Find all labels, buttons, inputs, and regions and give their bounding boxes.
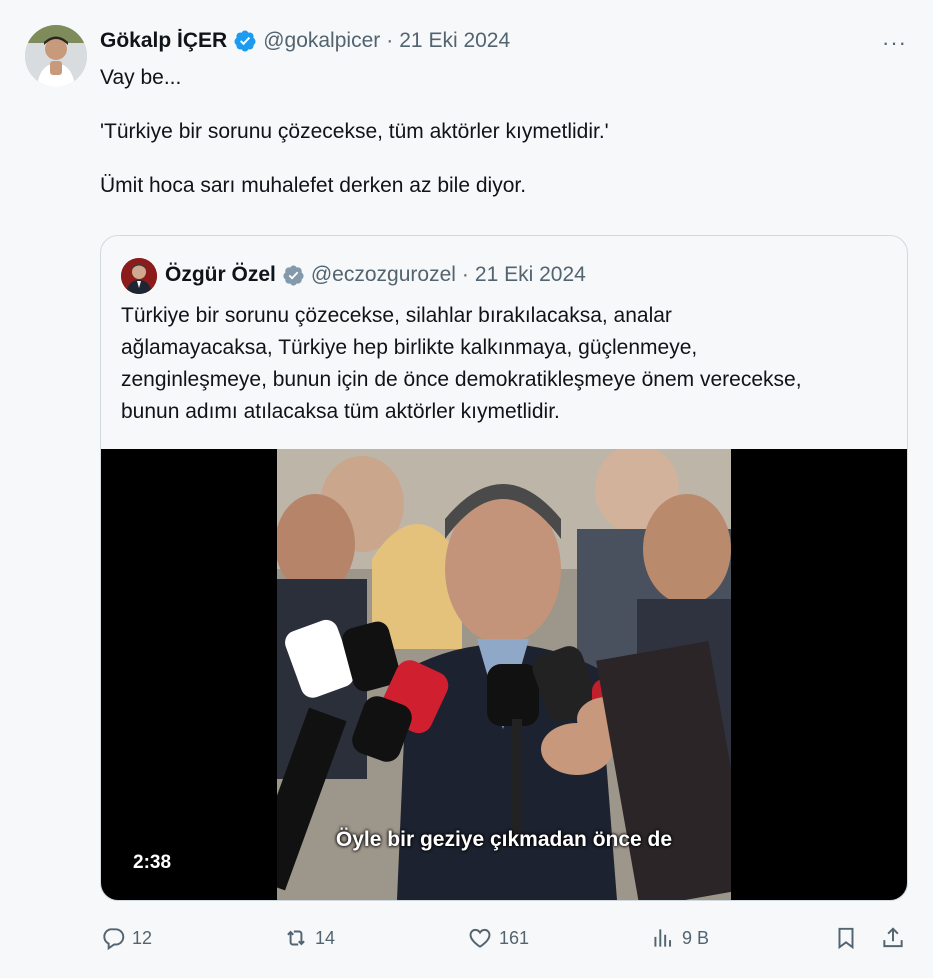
tweet-text: Vay be... 'Türkiye bir sorunu çözecekse,… xyxy=(100,64,880,199)
views-count: 9 B xyxy=(682,927,710,948)
repost-count: 14 xyxy=(315,927,336,948)
author-handle[interactable]: @gokalpicer xyxy=(263,29,380,53)
like-count: 161 xyxy=(499,927,530,948)
views-icon xyxy=(654,929,672,947)
quote-header-separator: · xyxy=(461,263,469,286)
like-icon xyxy=(469,928,491,948)
tweet-text-line: Ümit hoca sarı muhalefet derken az bile … xyxy=(100,174,527,197)
verified-badge-icon xyxy=(283,264,304,286)
quote-author-handle: @eczozgurozel xyxy=(310,263,456,286)
reply-icon xyxy=(103,928,125,951)
quote-header: Özgür Özel @eczozgurozel · 21 Eki 2024 xyxy=(165,260,586,290)
reply-count: 12 xyxy=(132,927,153,948)
quote-date: 21 Eki 2024 xyxy=(474,263,586,286)
verified-badge-icon xyxy=(234,30,256,52)
video-frame: Öyle bir geziye çıkmadan önce de xyxy=(277,449,731,900)
bookmark-button[interactable] xyxy=(833,922,865,954)
tweet-header: Gökalp İÇER @gokalpicer · 21 Eki 2024 xyxy=(100,26,510,56)
header-separator: · xyxy=(386,29,394,52)
quote-author-name: Özgür Özel xyxy=(165,263,276,286)
reply-button[interactable]: 12 xyxy=(100,922,152,954)
share-icon xyxy=(883,927,903,948)
views-button[interactable]: 9 B xyxy=(650,922,709,954)
author-name[interactable]: Gökalp İÇER xyxy=(100,29,227,53)
more-icon[interactable]: ··· xyxy=(882,30,907,56)
tweet-card: Gökalp İÇER @gokalpicer · 21 Eki 2024 ··… xyxy=(0,0,933,978)
video-duration: 2:38 xyxy=(133,852,172,873)
quote-author-avatar[interactable] xyxy=(121,258,157,294)
tweet-text-line: Vay be... xyxy=(100,66,182,89)
tweet-text-line: 'Türkiye bir sorunu çözecekse, tüm aktör… xyxy=(100,120,609,143)
repost-button[interactable]: 14 xyxy=(283,922,335,954)
quote-text: Türkiye bir sorunu çözecekse, silahlar b… xyxy=(121,304,802,423)
like-button[interactable]: 161 xyxy=(467,922,529,954)
tweet-date[interactable]: 21 Eki 2024 xyxy=(399,29,510,53)
repost-icon xyxy=(287,930,305,946)
author-avatar[interactable] xyxy=(25,25,87,87)
tweet-actions: 12 14 161 9 B xyxy=(100,922,910,954)
share-button[interactable] xyxy=(880,922,912,954)
video-player[interactable]: Öyle bir geziye çıkmadan önce de 2:38 xyxy=(101,449,907,900)
bookmark-icon xyxy=(838,927,854,950)
quoted-tweet[interactable]: Özgür Özel @eczozgurozel · 21 Eki 2024 T… xyxy=(100,235,908,901)
video-subtitle: Öyle bir geziye çıkmadan önce de xyxy=(335,828,673,851)
